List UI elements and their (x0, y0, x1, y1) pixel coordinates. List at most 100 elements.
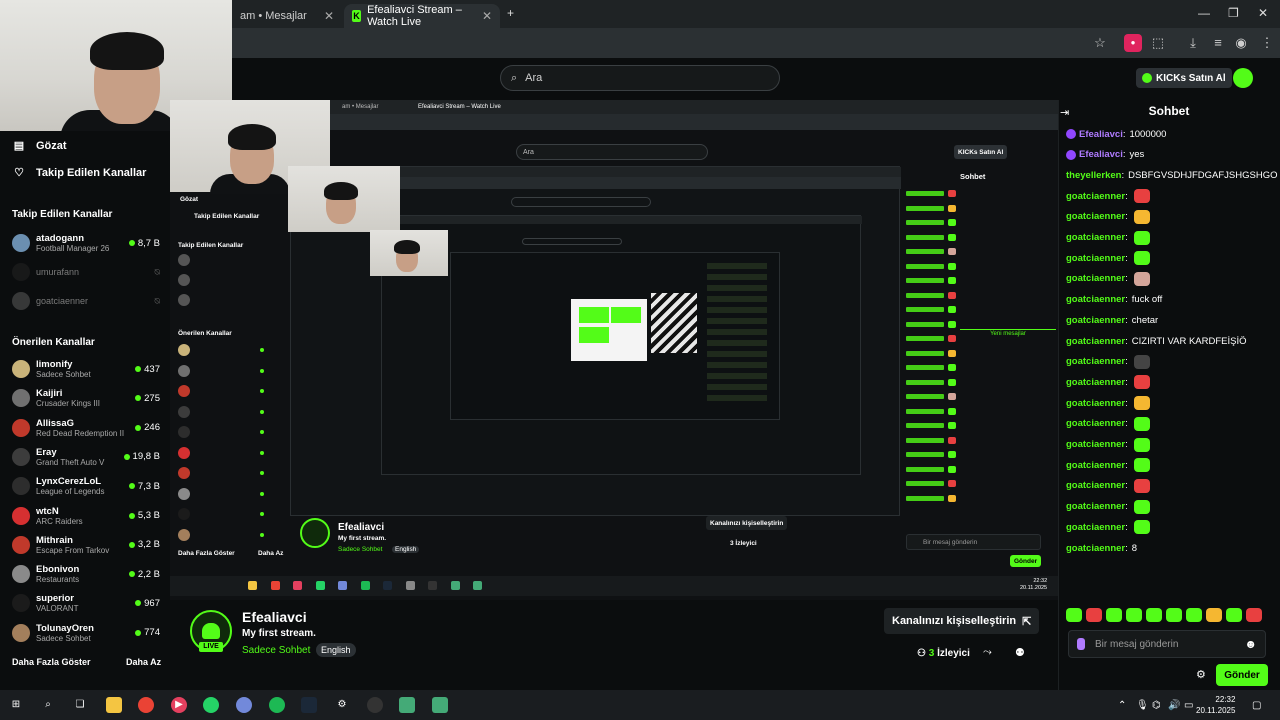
download-icon[interactable]: ⤓ (1184, 34, 1202, 52)
spotify-icon[interactable] (269, 697, 285, 713)
browser-tab-stream[interactable]: K Efealiavci Stream – Watch Live ✕ (344, 4, 500, 28)
close-window-icon[interactable]: ✕ (1258, 6, 1268, 20)
sidebar-channel-kaijiri[interactable]: Kaijiri Crusader Kings III 275 (12, 384, 160, 412)
quick-emote-icon[interactable] (1186, 608, 1202, 622)
tray-chevron-icon[interactable]: ⌃ (1118, 700, 1126, 711)
microphone-icon[interactable] (1077, 638, 1085, 650)
quick-emote-icon[interactable] (1146, 608, 1162, 622)
language-tag[interactable]: English (316, 643, 356, 657)
sidebar-channel-lynxcerezlol[interactable]: LynxCerezLoL League of Legends 7,3 B (12, 472, 160, 500)
chat-username[interactable]: goatciaenner (1066, 460, 1125, 471)
close-tab-icon[interactable]: ✕ (482, 9, 492, 23)
show-more-link[interactable]: Daha Fazla Göster (12, 657, 91, 667)
sidebar-channel-umurafann[interactable]: umurafann ⍉ (12, 258, 160, 286)
windows-start-icon[interactable]: ⊞ (8, 697, 24, 713)
quick-emote-icon[interactable] (1206, 608, 1222, 622)
volume-icon[interactable]: 🔊 (1168, 700, 1180, 711)
quick-emote-icon[interactable] (1066, 608, 1082, 622)
sidebar-nav-following[interactable]: ♡ Takip Edilen Kanallar (12, 166, 146, 180)
chat-username[interactable]: goatciaenner (1066, 480, 1125, 491)
settings-icon[interactable]: ⚙ (334, 697, 350, 713)
buy-kicks-button[interactable]: KICKs Satın Al (1136, 68, 1232, 88)
quick-emote-icon[interactable] (1106, 608, 1122, 622)
steam-app-icon-2[interactable] (399, 697, 415, 713)
chat-username[interactable]: goatciaenner (1066, 543, 1125, 554)
share-icon[interactable]: ⤳ (983, 646, 992, 659)
streamer-name[interactable]: Efealiavci (242, 609, 307, 625)
chat-username[interactable]: goatciaenner (1066, 418, 1125, 429)
file-explorer-icon[interactable] (106, 697, 122, 713)
chat-username[interactable]: goatciaenner (1066, 253, 1125, 264)
extensions-icon[interactable]: ⬚ (1149, 34, 1167, 52)
chat-settings-icon[interactable]: ⚙ (1196, 668, 1206, 681)
microphone-tray-icon[interactable]: 🎙 (1136, 700, 1149, 711)
chat-username[interactable]: Efealiavci (1079, 149, 1123, 160)
show-less-link[interactable]: Daha Az (126, 657, 161, 667)
send-message-button[interactable]: Gönder (1216, 664, 1268, 686)
close-tab-icon[interactable]: ✕ (324, 9, 334, 23)
sidebar-channel-ebonivon[interactable]: Ebonivon Restaurants 2,2 B (12, 560, 160, 588)
task-view-icon[interactable]: ❏ (72, 697, 88, 713)
search-input[interactable]: ⌕ Ara (500, 65, 780, 91)
browser-menu-icon[interactable]: ⋮ (1258, 34, 1276, 52)
quick-emote-icon[interactable] (1086, 608, 1102, 622)
maximize-icon[interactable]: ❐ (1228, 6, 1239, 20)
chat-username[interactable]: goatciaenner (1066, 336, 1125, 347)
sidebar-channel-superior[interactable]: superior VALORANT 967 (12, 589, 160, 617)
video-player[interactable]: am • Mesajlar Efealiavci Stream – Watch … (170, 100, 1058, 600)
network-icon[interactable]: ⌬ (1152, 700, 1161, 711)
emoji-picker-icon[interactable]: ☻ (1244, 637, 1257, 651)
browser-tab-messages[interactable]: am • Mesajlar ✕ (232, 4, 342, 28)
follow-options-icon[interactable]: ⚉ (1015, 646, 1025, 659)
taskbar-search-icon[interactable]: ⌕ (40, 697, 56, 713)
notification-icon[interactable]: ▢ (1252, 700, 1261, 711)
sidebar-channel-limonify[interactable]: limonify Sadece Sohbet 437 (12, 355, 160, 383)
profile-icon[interactable]: ◉ (1232, 34, 1250, 52)
sidebar-channel-goatciaenner[interactable]: goatciaenner ⍉ (12, 287, 160, 315)
media-player-icon[interactable]: ▶ (171, 697, 187, 713)
chat-username[interactable]: goatciaenner (1066, 294, 1125, 305)
discord-icon[interactable] (236, 697, 252, 713)
chat-username[interactable]: goatciaenner (1066, 439, 1125, 450)
steam-icon[interactable] (301, 697, 317, 713)
chat-username[interactable]: goatciaenner (1066, 522, 1125, 533)
customize-channel-button[interactable]: Kanalınızı kişiselleştirin ⇱ (884, 608, 1040, 634)
quick-emote-icon[interactable] (1246, 608, 1262, 622)
new-tab-button[interactable]: + (507, 6, 514, 20)
bookmark-star-icon[interactable]: ☆ (1091, 34, 1109, 52)
quick-emote-icon[interactable] (1166, 608, 1182, 622)
quick-emote-icon[interactable] (1226, 608, 1242, 622)
reading-list-icon[interactable]: ≡ (1209, 34, 1227, 52)
whatsapp-icon[interactable] (203, 697, 219, 713)
steam-app-icon-3[interactable] (432, 697, 448, 713)
sidebar-channel-eray[interactable]: Eray Grand Theft Auto V 19,8 B (12, 443, 160, 471)
chat-username[interactable]: goatciaenner (1066, 501, 1125, 512)
chat-username[interactable]: goatciaenner (1066, 232, 1125, 243)
chat-username[interactable]: goatciaenner (1066, 315, 1125, 326)
sidebar-nav-browse[interactable]: ▤ Gözat (12, 139, 67, 153)
user-avatar[interactable] (1233, 68, 1253, 88)
chat-username[interactable]: goatciaenner (1066, 398, 1125, 409)
chat-username[interactable]: goatciaenner (1066, 191, 1125, 202)
chrome-icon[interactable] (138, 697, 154, 713)
viewer-number: 8,7 B (137, 237, 160, 249)
battery-icon[interactable]: ▭ (1184, 700, 1193, 711)
stream-category-link[interactable]: Sadece Sohbet (242, 645, 310, 656)
sidebar-channel-allissag[interactable]: AllissaG Red Dead Redemption II 246 (12, 414, 160, 442)
taskbar-clock[interactable]: 22:32 20.11.2025 (1196, 694, 1235, 716)
quick-emote-icon[interactable] (1126, 608, 1142, 622)
chat-message-input[interactable]: Bir mesaj gönderin ☻ (1068, 630, 1266, 658)
sidebar-channel-wtcn[interactable]: wtcN ARC Raiders 5,3 B (12, 502, 160, 530)
chat-username[interactable]: Efealiavci (1079, 129, 1123, 140)
obs-icon[interactable] (367, 697, 383, 713)
sidebar-channel-atadogann[interactable]: atadogann Football Manager 26 8,7 B (12, 229, 160, 257)
adblock-extension-icon[interactable]: ● (1124, 34, 1142, 52)
minimize-icon[interactable]: — (1198, 6, 1210, 20)
sidebar-channel-mithrain[interactable]: Mithrain Escape From Tarkov 3,2 B (12, 531, 160, 559)
chat-username[interactable]: goatciaenner (1066, 356, 1125, 367)
chat-username[interactable]: goatciaenner (1066, 377, 1125, 388)
chat-username[interactable]: goatciaenner (1066, 273, 1125, 284)
chat-username[interactable]: goatciaenner (1066, 211, 1125, 222)
chat-username[interactable]: theyellerken (1066, 170, 1121, 181)
sidebar-channel-tolunayoren[interactable]: TolunayOren Sadece Sohbet 774 (12, 619, 160, 647)
